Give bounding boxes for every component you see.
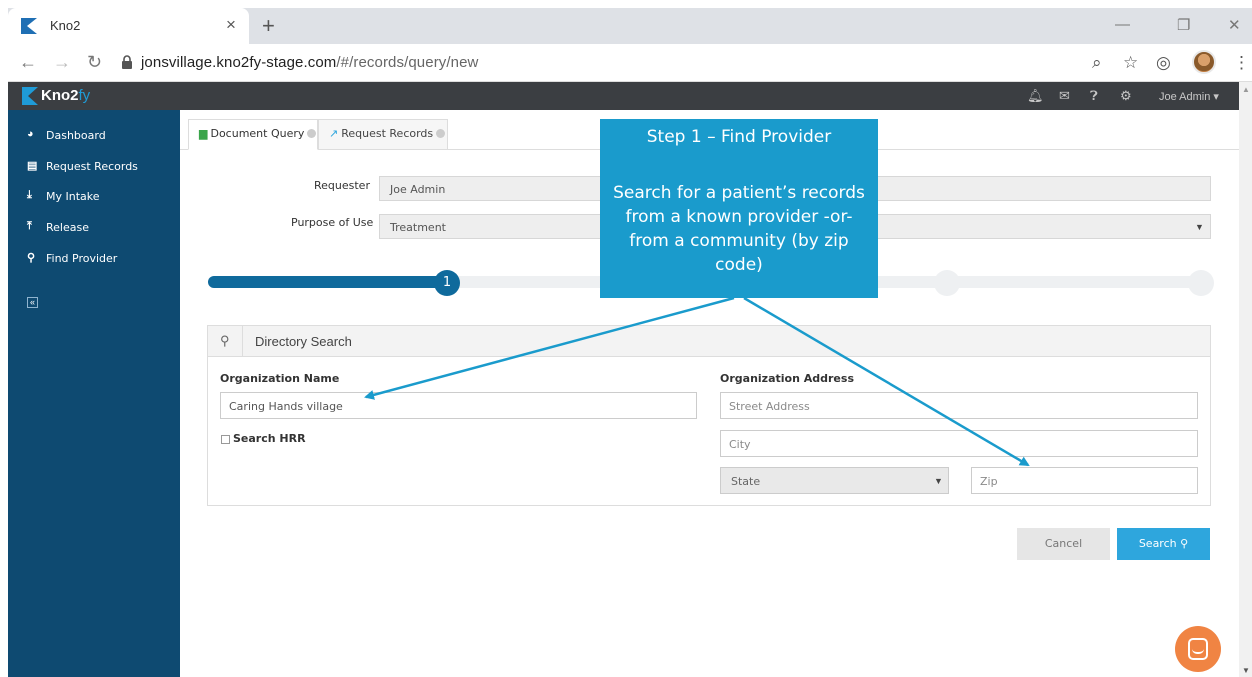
organization-address-label: Organization Address	[720, 372, 854, 385]
state-select[interactable]: State	[720, 467, 949, 494]
purpose-of-use-label: Purpose of Use	[291, 216, 374, 229]
browser-menu-icon[interactable]: ⋮	[1233, 53, 1250, 73]
tab-document-query[interactable]: ▆ Document Query	[188, 119, 318, 150]
step-4-marker[interactable]	[1188, 270, 1214, 296]
settings-gear-icon[interactable]: ⚙	[1120, 88, 1132, 104]
url-field[interactable]: jonsvillage.kno2fy-stage.com/#/records/q…	[141, 54, 478, 71]
release-icon: ⤒	[27, 220, 32, 232]
search-hrr-checkbox[interactable]	[221, 435, 230, 444]
app-logo[interactable]: Kno2fy	[41, 87, 90, 104]
kno2-favicon-icon	[21, 18, 37, 34]
step-progress-fill	[208, 276, 447, 288]
city-input[interactable]: City	[720, 430, 1198, 457]
sidebar-item-my-intake[interactable]: ⤓ My Intake	[8, 185, 180, 209]
document-icon: ▆	[199, 127, 208, 140]
help-icon[interactable]: ❓︎	[1090, 88, 1098, 104]
chevron-down-icon: ▼	[1195, 222, 1204, 232]
organization-name-input[interactable]: Caring Hands village	[220, 392, 697, 419]
tab-label: Document Query	[210, 127, 305, 140]
info-icon[interactable]	[436, 129, 446, 138]
dashboard-icon: ◕	[27, 128, 34, 140]
app-header: Kno2fy 🔔︎ ✉ ❓︎ ⚙ Joe Admin ▾	[8, 82, 1239, 110]
sidebar-item-dashboard[interactable]: ◕ Dashboard	[8, 124, 180, 148]
callout-body: Search for a patient’s records from a kn…	[613, 183, 865, 275]
organization-name-label: Organization Name	[220, 372, 340, 385]
directory-search-title: Directory Search	[255, 334, 352, 349]
request-records-icon: ▤	[27, 160, 38, 172]
back-icon[interactable]: ←	[19, 52, 37, 73]
zip-input[interactable]: Zip	[971, 467, 1198, 494]
step-3-marker[interactable]	[934, 270, 960, 296]
sidebar-item-label: Release	[46, 221, 89, 234]
sidebar-item-label: Request Records	[46, 160, 138, 173]
cancel-button[interactable]: Cancel	[1017, 528, 1110, 560]
sidebar-item-request-records[interactable]: ▤ Request Records	[8, 155, 180, 179]
sidebar: ◕ Dashboard ▤ Request Records ⤓ My Intak…	[8, 110, 180, 677]
address-bar: ← → ↻ jonsvillage.kno2fy-stage.com/#/rec…	[8, 44, 1252, 82]
user-menu[interactable]: Joe Admin ▾	[1159, 90, 1219, 103]
search-icon: ⚲	[220, 333, 230, 348]
chevron-down-icon: ▼	[934, 476, 943, 486]
search-icon: ⚲	[27, 252, 36, 264]
directory-search-panel: ⚲ Directory Search Organization Name Car…	[207, 325, 1211, 506]
tab-label: Request Records	[341, 127, 434, 140]
page-scrollbar[interactable]: ▲ ▼	[1239, 82, 1252, 677]
search-icon: ⚲	[1180, 537, 1189, 550]
kno2-logo-icon	[22, 87, 38, 105]
chat-launcher-button[interactable]	[1175, 626, 1221, 672]
sidebar-item-label: Dashboard	[46, 129, 106, 142]
window-close-icon[interactable]: ✕	[1228, 16, 1241, 34]
messages-envelope-icon[interactable]: ✉	[1059, 88, 1070, 104]
search-button-label: Search	[1138, 537, 1177, 550]
browser-tab[interactable]: Kno2 ×	[8, 8, 249, 44]
scroll-down-icon[interactable]: ▼	[1242, 666, 1250, 675]
search-hrr-label: Search HRR	[233, 432, 306, 445]
new-tab-button[interactable]: +	[262, 13, 275, 39]
notifications-bell-icon[interactable]: 🔔︎	[1027, 88, 1044, 104]
search-button[interactable]: Search ⚲	[1117, 528, 1210, 560]
intake-icon: ⤓	[27, 189, 32, 201]
extension-icon[interactable]: ◎	[1156, 53, 1171, 73]
street-address-input[interactable]: Street Address	[720, 392, 1198, 419]
scroll-up-icon[interactable]: ▲	[1242, 85, 1250, 94]
close-tab-icon[interactable]: ×	[226, 15, 236, 35]
header-divider	[242, 326, 243, 357]
step-callout: Step 1 – Find Provider Search for a pati…	[600, 119, 878, 298]
reload-icon[interactable]: ↻	[87, 52, 102, 73]
browser-window: Kno2 × + — ❐ ✕ ← → ↻ jonsvillage.kno2fy-…	[8, 8, 1252, 677]
sidebar-item-label: Find Provider	[46, 252, 118, 265]
collapse-sidebar-button[interactable]: «	[27, 297, 38, 308]
sidebar-item-find-provider[interactable]: ⚲ Find Provider	[8, 247, 180, 271]
sidebar-item-release[interactable]: ⤒ Release	[8, 216, 180, 240]
bookmark-star-icon[interactable]: ☆	[1123, 53, 1138, 73]
callout-heading: Step 1 – Find Provider	[646, 127, 832, 147]
zoom-icon[interactable]: ⌕	[1092, 53, 1102, 73]
requester-label: Requester	[314, 179, 370, 192]
profile-avatar[interactable]	[1192, 50, 1216, 74]
minimize-icon[interactable]: —	[1115, 16, 1130, 33]
info-icon[interactable]	[307, 129, 317, 138]
lock-icon	[122, 55, 132, 69]
step-1-marker[interactable]: 1	[434, 270, 460, 296]
external-link-icon: ↗	[329, 127, 339, 140]
forward-icon[interactable]: →	[53, 52, 71, 73]
sidebar-item-label: My Intake	[46, 190, 100, 203]
browser-tab-bar: Kno2 × + — ❐ ✕	[8, 8, 1252, 44]
browser-tab-title: Kno2	[50, 18, 81, 33]
restore-icon[interactable]: ❐	[1177, 16, 1190, 34]
directory-search-header: ⚲ Directory Search	[208, 326, 1210, 357]
tab-request-records[interactable]: ↗ Request Records	[318, 119, 448, 150]
